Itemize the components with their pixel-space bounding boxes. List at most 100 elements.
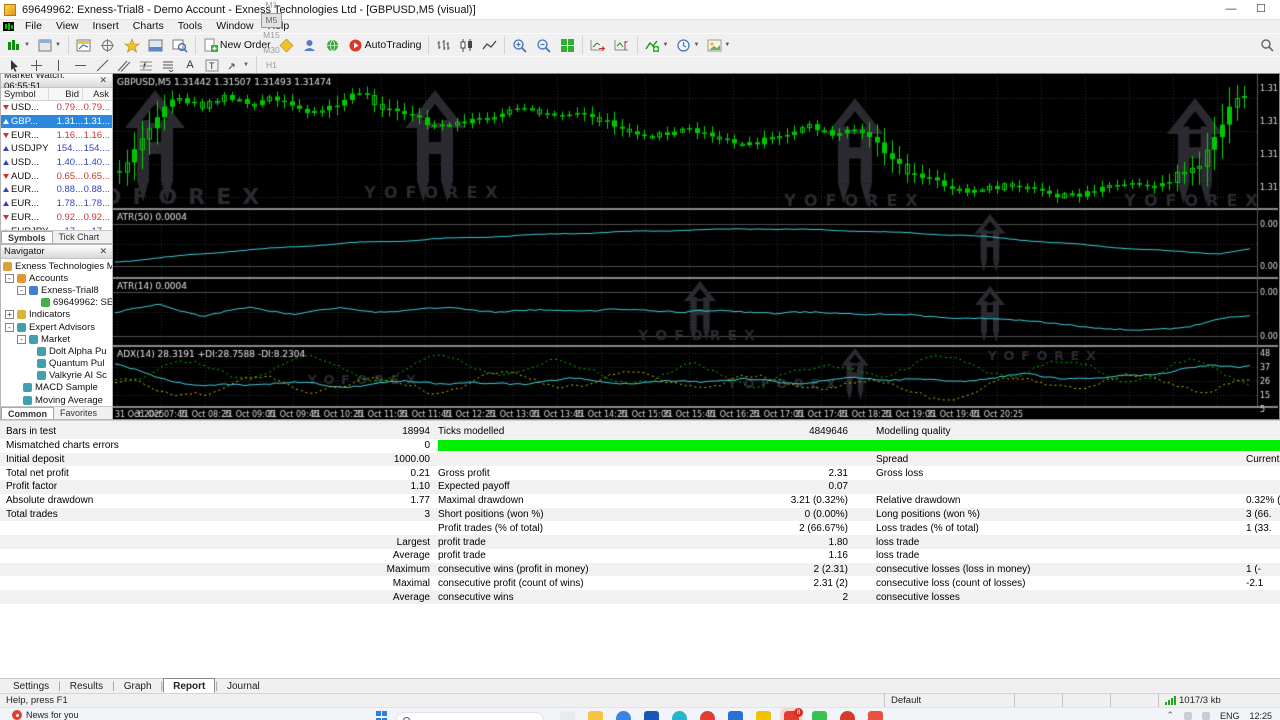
chart-shift-button[interactable] xyxy=(611,35,633,55)
menu-file[interactable]: File xyxy=(18,20,49,32)
symbol-row[interactable]: USD... 1.40... 1.40... xyxy=(1,156,112,170)
tree-item-exness-trial8[interactable]: - Exness-Trial8 xyxy=(1,284,112,296)
report-row[interactable]: Average consecutive wins 2 consecutive loss… xyxy=(0,590,1280,604)
taskbar-search[interactable] xyxy=(396,712,544,720)
collapse-icon[interactable]: - xyxy=(5,273,14,283)
horizontal-line-tool[interactable] xyxy=(70,55,90,75)
expand-icon[interactable]: + xyxy=(5,310,14,320)
tray-icon[interactable] xyxy=(1201,711,1210,720)
report-row[interactable]: Profit trades (% of total) 2 (66.67%) Loss… xyxy=(0,521,1280,536)
tester-tab-graph[interactable]: Graph xyxy=(115,679,161,694)
menu-tools[interactable]: Tools xyxy=(171,20,210,32)
terminal-toggle[interactable] xyxy=(145,35,167,55)
report-row[interactable]: Mismatched charts errors 0 xyxy=(0,438,1280,453)
report-row[interactable]: Average profit trade 1.16 loss trade xyxy=(0,548,1280,563)
minimize-button[interactable]: — xyxy=(1216,2,1246,18)
periods-dropdown[interactable]: ▼ xyxy=(673,35,702,55)
taskbar-app-10[interactable] xyxy=(812,711,827,720)
text-label-tool[interactable]: T xyxy=(202,55,222,75)
chart-canvas[interactable] xyxy=(113,74,1278,419)
crosshair-tool[interactable] xyxy=(26,55,46,75)
widgets-button[interactable]: News for you xyxy=(12,710,79,720)
tree-item-valkyrie-ai-sc[interactable]: Valkyrie AI Sc xyxy=(1,370,112,382)
tree-item-exness-technologies-mt4[interactable]: Exness Technologies MT4 xyxy=(1,260,112,272)
tree-item-dolt-alpha-pu[interactable]: Dolt Alpha Pu xyxy=(1,345,112,357)
menu-insert[interactable]: Insert xyxy=(86,20,126,32)
taskbar-app-3[interactable] xyxy=(616,711,631,720)
shapes-lines-tool[interactable] xyxy=(158,55,178,75)
navigator-tab-common[interactable]: Common xyxy=(1,407,54,419)
strategy-tester-toggle[interactable] xyxy=(169,35,191,55)
tile-windows-button[interactable] xyxy=(557,35,578,55)
menu-view[interactable]: View xyxy=(49,20,86,32)
taskbar-app-6[interactable] xyxy=(700,711,715,720)
zoom-out-button[interactable] xyxy=(533,35,555,55)
language-indicator[interactable]: ENG xyxy=(1220,711,1240,720)
tester-tab-report[interactable]: Report xyxy=(163,678,216,693)
status-profile[interactable]: Default xyxy=(884,694,1014,707)
close-icon[interactable]: ✕ xyxy=(97,246,109,257)
column-symbol[interactable]: Symbol xyxy=(1,88,49,100)
taskbar-app-7[interactable] xyxy=(728,711,743,720)
tree-item-market[interactable]: - Market xyxy=(1,333,112,345)
close-icon[interactable]: ✕ xyxy=(97,75,109,86)
taskbar-app-2[interactable] xyxy=(588,711,603,720)
report-row[interactable]: Total trades 3 Short positions (won %) 0 (0… xyxy=(0,507,1280,522)
vertical-line-tool[interactable] xyxy=(48,55,68,75)
report-row[interactable]: Bars in test 18994 Ticks modelled 4849646 Mo… xyxy=(0,425,1280,439)
collapse-icon[interactable]: - xyxy=(17,334,26,344)
symbol-row[interactable]: EUR... 1.78... 1.78... xyxy=(1,197,112,211)
period-m30[interactable]: M30 xyxy=(261,43,282,58)
auto-scroll-button[interactable] xyxy=(587,35,609,55)
community-button[interactable] xyxy=(322,35,343,55)
symbol-row[interactable]: AUD... 0.65... 0.65... xyxy=(1,169,112,183)
report-row[interactable]: Total net profit 0.21 Gross profit 2.31 Gros… xyxy=(0,466,1280,481)
tray-chevron-icon[interactable]: ⌃ xyxy=(1166,710,1174,720)
tray-icon[interactable] xyxy=(1183,711,1192,720)
taskbar-app-8[interactable] xyxy=(756,711,771,720)
candlestick-button[interactable] xyxy=(456,35,477,55)
market-watch-tab-symbols[interactable]: Symbols xyxy=(1,231,53,243)
tree-item-expert-advisors[interactable]: - Expert Advisors xyxy=(1,321,112,333)
channel-tool[interactable] xyxy=(114,55,134,75)
taskbar-app-12[interactable] xyxy=(868,711,883,720)
tester-tab-settings[interactable]: Settings xyxy=(4,679,58,694)
report-row[interactable]: Maximal consecutive profit (count of wins… xyxy=(0,576,1280,591)
symbol-row[interactable]: USD... 0.79... 0.79... xyxy=(1,101,112,115)
navigator-tab-favorites[interactable]: Favorites xyxy=(54,407,103,419)
market-watch-tab-tick-chart[interactable]: Tick Chart xyxy=(53,231,106,243)
new-chart-button[interactable]: ▼ xyxy=(4,35,33,55)
tree-item-quantum-pul[interactable]: Quantum Pul xyxy=(1,358,112,370)
column-ask[interactable]: Ask xyxy=(83,88,112,100)
bar-chart-button[interactable] xyxy=(433,35,454,55)
taskbar-app-5[interactable] xyxy=(672,711,687,720)
taskbar-app-1[interactable] xyxy=(560,711,575,720)
menu-window[interactable]: Window xyxy=(209,20,260,32)
period-m15[interactable]: M15 xyxy=(261,28,282,43)
templates-dropdown[interactable]: ▼ xyxy=(704,35,733,55)
tree-item-macd-sample[interactable]: MACD Sample xyxy=(1,382,112,394)
autotrading-button[interactable]: AutoTrading xyxy=(345,35,425,55)
report-row[interactable]: Maximum consecutive wins (profit in money… xyxy=(0,562,1280,577)
zoom-in-button[interactable] xyxy=(509,35,531,55)
tree-item-indicators[interactable]: + Indicators xyxy=(1,309,112,321)
report-row[interactable]: Initial deposit 1000.00 Spread Current xyxy=(0,452,1280,467)
report-row[interactable]: Largest profit trade 1.80 loss trade xyxy=(0,535,1280,549)
symbol-row[interactable]: USDJPY 154.... 154.... xyxy=(1,142,112,156)
period-m1[interactable]: M1 xyxy=(261,0,282,13)
cursor-tool[interactable] xyxy=(4,55,24,75)
search-icon[interactable] xyxy=(1260,38,1274,55)
column-bid[interactable]: Bid xyxy=(49,88,83,100)
market-watch-toggle[interactable] xyxy=(73,35,95,55)
period-h1[interactable]: H1 xyxy=(261,58,282,73)
symbol-row[interactable]: EUR... 1.16... 1.16... xyxy=(1,128,112,142)
menu-charts[interactable]: Charts xyxy=(126,20,171,32)
start-button[interactable] xyxy=(376,711,388,720)
symbol-row[interactable]: GBP... 1.31... 1.31... xyxy=(1,114,112,129)
navigator-toggle[interactable] xyxy=(121,35,143,55)
tree-item-moving-average[interactable]: Moving Average xyxy=(1,394,112,406)
taskbar-app-9[interactable]: 8 xyxy=(780,708,803,720)
taskbar-app-4[interactable] xyxy=(644,711,659,720)
text-tool[interactable]: A xyxy=(180,55,200,75)
tree-item-69649962-sec[interactable]: 69649962: SEC xyxy=(1,297,112,309)
